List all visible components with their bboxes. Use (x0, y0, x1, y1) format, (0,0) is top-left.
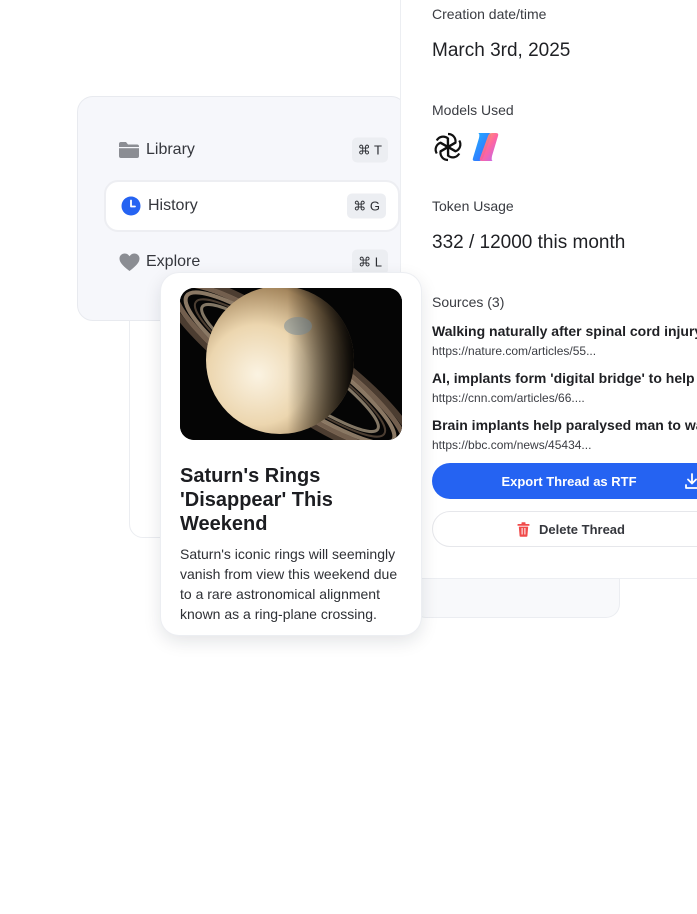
source-url[interactable]: https://cnn.com/articles/66.... (432, 391, 697, 405)
article-card[interactable]: Saturn's Rings 'Disappear' This Weekend … (161, 273, 421, 635)
shortcut-badge: ⌘ L (352, 249, 388, 275)
source-title[interactable]: Brain implants help paralysed man to wa (432, 417, 697, 433)
nav-label: Explore (146, 253, 201, 270)
clock-icon (120, 195, 142, 217)
creation-value: March 3rd, 2025 (432, 40, 571, 61)
folder-icon (118, 139, 140, 161)
token-usage-label: Token Usage (432, 198, 514, 214)
source-url[interactable]: https://bbc.com/news/45434... (432, 438, 697, 452)
saturn-image (180, 288, 402, 440)
nav-label: Library (146, 141, 195, 158)
sources-label: Sources (3) (432, 294, 505, 310)
creation-label: Creation date/time (432, 6, 547, 22)
download-icon (684, 472, 697, 493)
thread-details-panel: Creation date/time March 3rd, 2025 Model… (400, 0, 697, 579)
article-title[interactable]: Saturn's Rings 'Disappear' This Weekend (180, 464, 402, 536)
nav-item-library[interactable]: Library ⌘ T (104, 124, 400, 176)
source-item[interactable]: Brain implants help paralysed man to wa … (432, 417, 697, 452)
source-title[interactable]: Walking naturally after spinal cord inju… (432, 323, 697, 339)
heart-icon (118, 251, 140, 273)
trash-icon (517, 521, 530, 537)
shortcut-badge: ⌘ T (351, 137, 388, 163)
export-button-label: Export Thread as RTF (501, 473, 637, 489)
copilot-icon (469, 130, 503, 164)
nav-label: History (148, 197, 198, 214)
source-title[interactable]: AI, implants form 'digital bridge' to he… (432, 370, 697, 386)
source-url[interactable]: https://nature.com/articles/55... (432, 344, 697, 358)
token-usage-value: 332 / 12000 this month (432, 232, 626, 253)
article-description: Saturn's iconic rings will seemingly van… (180, 546, 398, 622)
source-item[interactable]: AI, implants form 'digital bridge' to he… (432, 370, 697, 405)
delete-button-label: Delete Thread (539, 521, 625, 537)
shortcut-badge: ⌘ G (347, 193, 386, 219)
source-item[interactable]: Walking naturally after spinal cord inju… (432, 323, 697, 358)
openai-icon (431, 130, 465, 164)
delete-thread-button[interactable]: Delete Thread (432, 511, 697, 547)
nav-item-history[interactable]: History ⌘ G (104, 180, 400, 232)
export-rtf-button[interactable]: Export Thread as RTF (432, 463, 697, 499)
models-label: Models Used (432, 102, 514, 118)
